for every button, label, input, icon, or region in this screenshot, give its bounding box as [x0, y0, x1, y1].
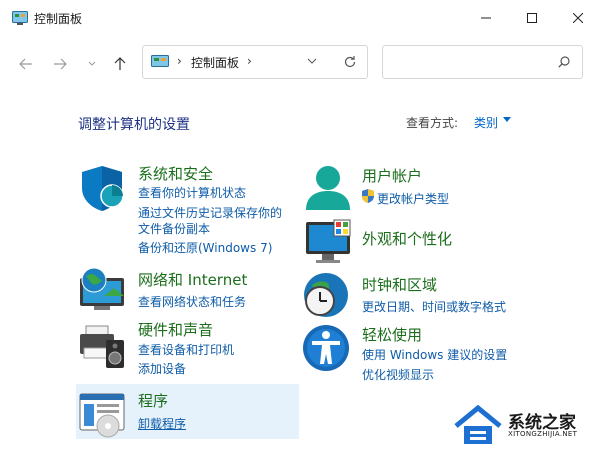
up-button[interactable]	[108, 52, 132, 76]
caret-down-icon[interactable]	[503, 117, 511, 123]
link-view-computer-status[interactable]: 查看你的计算机状态	[138, 184, 246, 201]
minimize-button[interactable]	[463, 0, 509, 36]
system-security-shield-icon[interactable]	[78, 164, 126, 212]
up-arrow-icon	[114, 57, 126, 70]
control-panel-icon	[12, 11, 28, 25]
category-programs-title[interactable]: 程序	[138, 390, 168, 411]
category-network-internet-title[interactable]: 网络和 Internet	[138, 269, 247, 290]
link-file-history[interactable]: 通过文件历史记录保存你的	[138, 204, 282, 221]
category-clock-region-title[interactable]: 时钟和区域	[362, 274, 437, 295]
breadcrumb-chevron-icon[interactable]: ›	[247, 54, 252, 68]
link-change-account-type[interactable]: 更改帐户类型	[377, 190, 449, 207]
refresh-icon[interactable]	[343, 55, 357, 69]
back-arrow-icon	[19, 58, 32, 70]
link-file-history-cont[interactable]: 文件备份副本	[138, 220, 210, 237]
link-uninstall-program[interactable]: 卸载程序	[138, 415, 186, 432]
watermark-logo-icon	[454, 404, 502, 444]
forward-button[interactable]	[48, 52, 72, 76]
maximize-button[interactable]	[509, 0, 555, 36]
category-appearance-title[interactable]: 外观和个性化	[362, 228, 452, 249]
printer-speaker-icon[interactable]	[78, 322, 126, 370]
view-by-label: 查看方式:	[406, 116, 459, 130]
watermark-url: XITONGZHIJIA.NET	[508, 430, 578, 438]
breadcrumb-control-panel[interactable]: 控制面板	[191, 54, 239, 71]
chevron-down-icon[interactable]	[307, 57, 317, 65]
address-bar[interactable]: › 控制面板 ›	[142, 45, 368, 79]
link-change-date-time-format[interactable]: 更改日期、时间或数字格式	[362, 298, 506, 315]
link-optimize-display[interactable]: 优化视频显示	[362, 366, 434, 383]
ease-of-access-icon[interactable]	[302, 324, 350, 372]
control-panel-window: 控制面板 › 控制面板 › 调整计算机的设置 查看方式: 类别 系统和安全 查看…	[0, 0, 601, 457]
network-globe-icon[interactable]	[78, 266, 126, 314]
category-ease-of-access-title[interactable]: 轻松使用	[362, 324, 422, 345]
recent-locations-button[interactable]	[80, 52, 104, 76]
close-icon	[573, 13, 583, 23]
category-user-accounts-title[interactable]: 用户帐户	[362, 165, 422, 186]
forward-arrow-icon	[54, 58, 67, 70]
page-title: 调整计算机的设置	[78, 117, 190, 133]
link-network-status[interactable]: 查看网络状态和任务	[138, 293, 246, 310]
search-box[interactable]	[382, 45, 583, 79]
appearance-monitor-icon[interactable]	[304, 218, 352, 266]
uac-shield-icon	[362, 189, 374, 203]
category-system-security-title[interactable]: 系统和安全	[138, 163, 213, 184]
control-panel-icon	[151, 55, 169, 67]
window-title: 控制面板	[34, 12, 83, 26]
back-button[interactable]	[14, 52, 38, 76]
close-button[interactable]	[555, 0, 601, 36]
view-by-dropdown[interactable]: 类别	[474, 114, 498, 131]
link-backup-restore[interactable]: 备份和还原(Windows 7)	[138, 239, 272, 256]
link-windows-recommended-settings[interactable]: 使用 Windows 建议的设置	[362, 346, 507, 363]
search-icon[interactable]	[558, 56, 570, 68]
chevron-down-icon	[88, 61, 96, 66]
clock-globe-icon[interactable]	[302, 271, 350, 319]
maximize-icon	[527, 13, 537, 23]
programs-icon[interactable]	[78, 390, 126, 438]
title-bar: 控制面板	[0, 0, 601, 36]
minimize-icon	[481, 17, 491, 19]
breadcrumb-chevron-icon: ›	[177, 54, 182, 68]
user-accounts-icon[interactable]	[304, 164, 352, 212]
category-hardware-sound-title[interactable]: 硬件和声音	[138, 319, 213, 340]
link-add-device[interactable]: 添加设备	[138, 360, 186, 377]
link-devices-printers[interactable]: 查看设备和打印机	[138, 341, 234, 358]
